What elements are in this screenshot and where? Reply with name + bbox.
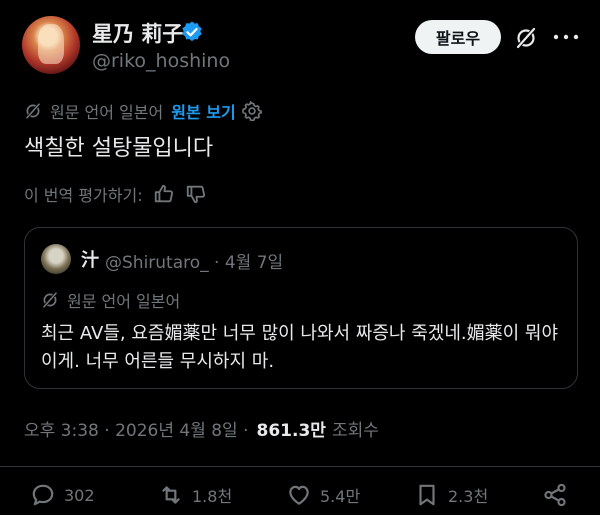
author-avatar[interactable] [22,16,80,74]
grok-translate-icon [42,292,58,308]
bookmark-button[interactable]: 2.3천 [414,482,488,508]
like-count: 5.4만 [320,487,361,506]
view-count-label: 조회수 [331,421,379,441]
rate-translation-row: 이 번역 평가하기: [24,182,207,206]
quoted-author-avatar[interactable] [41,244,71,274]
quoted-author-handle-date[interactable]: @Shirutaro_ · 4월 7일 [105,248,283,273]
bookmark-icon [419,484,435,506]
like-button[interactable]: 5.4만 [286,482,360,508]
thumbs-down-icon[interactable] [185,183,207,205]
quoted-tweet-text: 최근 AV들, 요즘媚薬만 너무 많이 나와서 짜증나 죽겠네.媚薬이 뭐야 이… [41,323,559,372]
verified-badge-icon [182,21,202,42]
tweet-timestamp[interactable]: 오후 3:38 · 2026년 4월 8일 · [24,416,249,441]
action-bar: 302 1.8천 5.4만 2.3천 [0,480,600,515]
author-name[interactable]: 星乃 莉子 [92,18,183,48]
bookmark-count: 2.3천 [448,487,489,506]
reply-icon [32,484,54,506]
quoted-author-name[interactable]: 汁 [81,246,99,272]
thumbs-up-icon[interactable] [153,183,175,205]
share-button[interactable] [542,482,576,508]
quoted-translation-info: 원문 언어 일본어 [41,288,180,312]
reply-count: 302 [64,485,95,505]
repost-count: 1.8천 [192,487,233,506]
show-original-link[interactable]: 원본 보기 [171,99,235,123]
repost-icon [162,486,180,504]
more-options-icon[interactable] [552,34,580,40]
share-icon [544,483,566,507]
author-handle[interactable]: @riko_hoshino [92,50,230,72]
heart-icon [289,485,309,505]
view-count: 861.3만 [256,421,326,441]
divider [0,466,600,467]
reply-button[interactable]: 302 [30,482,95,508]
repost-button[interactable]: 1.8천 [158,482,232,508]
gear-icon[interactable] [241,101,262,121]
quoted-tweet[interactable]: 汁 @Shirutaro_ · 4월 7일 원문 언어 일본어 최근 AV들, … [24,227,578,389]
translation-info: 원문 언어 일본어 원본 보기 [24,100,262,122]
tweet-meta: 오후 3:38 · 2026년 4월 8일 · 861.3만 조회수 [24,416,379,441]
tweet-text: 색칠한 설탕물입니다 [24,136,214,161]
grok-icon[interactable] [514,26,538,50]
rate-translation-label: 이 번역 평가하기: [24,186,143,205]
follow-button[interactable]: 팔로우 [415,20,501,54]
grok-translate-icon [25,103,41,119]
translation-language-label: 원문 언어 일본어 [50,103,164,122]
quoted-translation-label: 원문 언어 일본어 [67,292,181,311]
